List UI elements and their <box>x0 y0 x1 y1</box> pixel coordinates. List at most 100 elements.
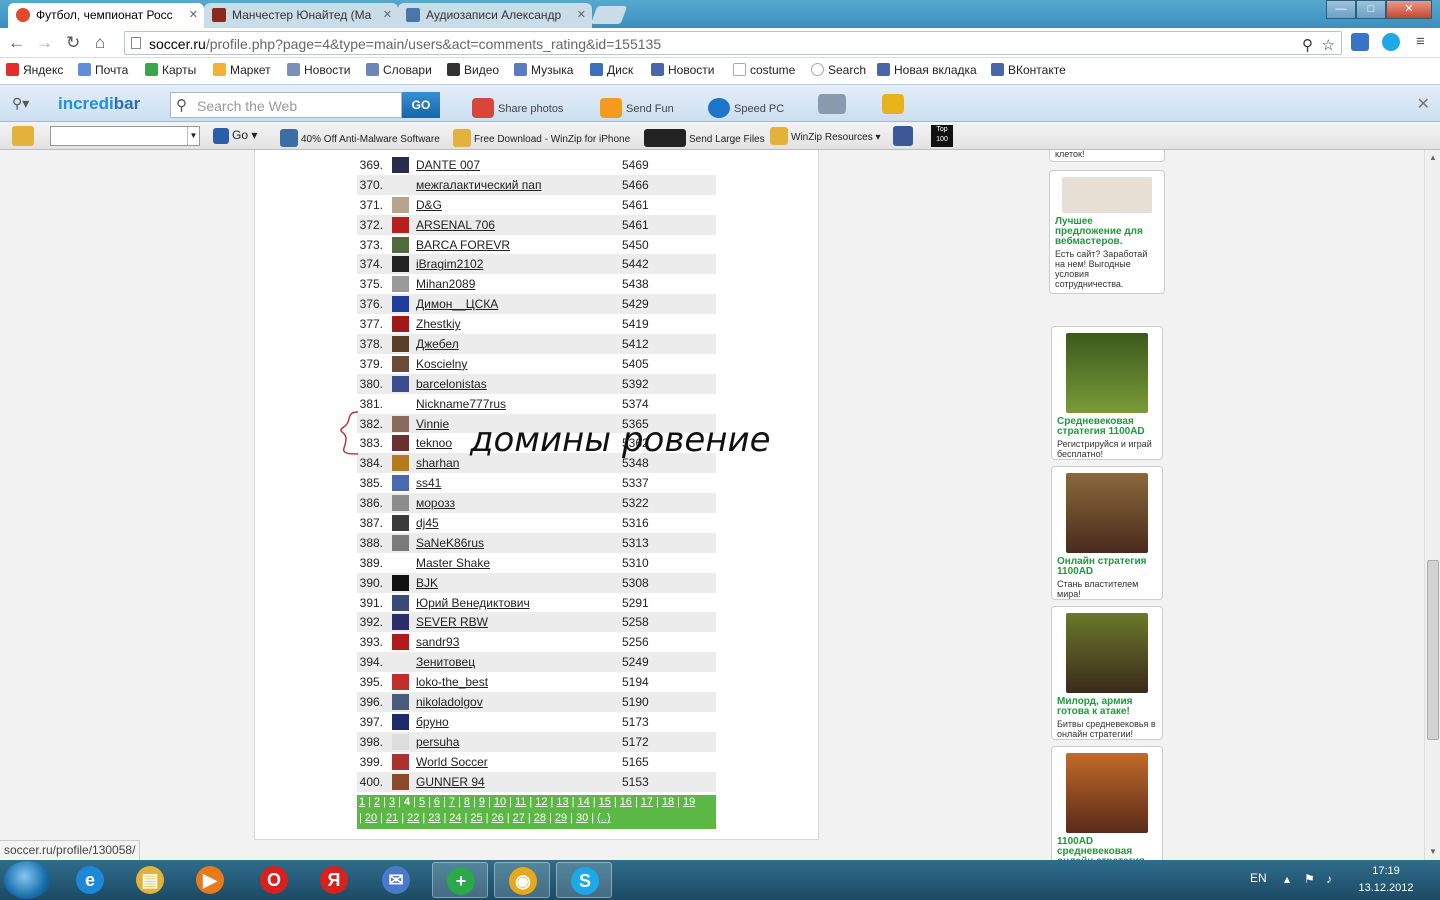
star-icon[interactable]: ☆ <box>1322 36 1335 54</box>
user-nickname-link[interactable]: BJK <box>416 576 438 590</box>
taskbar-skype-button[interactable]: S <box>556 862 612 898</box>
send-large-files-link[interactable]: Send Large Files <box>644 129 765 147</box>
avatar[interactable] <box>392 256 409 273</box>
ad-block-1100ad-2[interactable]: Онлайн стратегия 1100AD Стань властителе… <box>1051 466 1163 600</box>
url-text[interactable]: soccer.ru/profile.php?page=4&type=main/u… <box>149 36 661 52</box>
user-nickname-link[interactable]: dj45 <box>416 516 439 530</box>
wrench-menu-icon[interactable]: ≡ <box>1416 33 1425 50</box>
winzip-logo-icon[interactable] <box>12 126 34 146</box>
scroll-thumb[interactable] <box>1427 560 1439 740</box>
ad-block-1100ad-3[interactable]: Милорд, армия готова к атаке! Битвы сред… <box>1051 606 1163 740</box>
home-icon[interactable]: ⌂ <box>95 33 105 53</box>
user-nickname-link[interactable]: Димон__ЦСКА <box>416 297 498 311</box>
extension-icon[interactable] <box>1351 33 1369 51</box>
avatar[interactable] <box>392 534 409 551</box>
winzip-iphone-link[interactable]: Free Download - WinZip for iPhone <box>453 129 630 147</box>
bookmark-yandex[interactable]: Яндекс <box>6 63 63 77</box>
omnibox[interactable]: soccer.ru/profile.php?page=4&type=main/u… <box>124 31 1342 55</box>
avatar[interactable] <box>392 574 409 591</box>
page-link[interactable]: 29 <box>555 812 567 824</box>
avatar[interactable] <box>392 515 409 532</box>
page-link[interactable]: 14 <box>577 796 589 808</box>
tray-arrow-icon[interactable]: ▴ <box>1284 872 1300 888</box>
taskbar-ie-button[interactable]: e <box>62 862 118 898</box>
bookmark-mail[interactable]: Почта <box>78 63 128 77</box>
avatar[interactable] <box>392 296 409 313</box>
bookmark-disk[interactable]: Диск <box>590 63 633 77</box>
user-nickname-link[interactable]: sandr93 <box>416 635 459 649</box>
top100-badge[interactable]: Top 100 <box>931 125 953 147</box>
page-link[interactable]: 23 <box>428 812 440 824</box>
user-nickname-link[interactable]: World Soccer <box>416 755 488 769</box>
user-nickname-link[interactable]: Юрий Венедиктович <box>416 596 530 610</box>
page-link[interactable]: 27 <box>513 812 525 824</box>
page-link[interactable]: 10 <box>494 796 506 808</box>
bookmark-new-tab[interactable]: Новая вкладка <box>877 63 977 77</box>
search-icon[interactable]: ⚲ <box>1302 36 1313 54</box>
toolbar-search-combo[interactable]: ▼ <box>50 126 200 146</box>
bookmark-music[interactable]: Музыка <box>514 63 573 77</box>
scroll-down-icon[interactable]: ▼ <box>1425 844 1440 860</box>
avatar[interactable] <box>392 236 409 253</box>
page-link[interactable]: 8 <box>464 796 470 808</box>
user-nickname-link[interactable]: ss41 <box>416 476 441 490</box>
user-nickname-link[interactable]: морозз <box>416 496 455 510</box>
back-arrow-icon[interactable]: ← <box>8 33 25 53</box>
taskbar-explorer-button[interactable]: ▤ <box>122 862 178 898</box>
avatar[interactable] <box>392 157 409 173</box>
page-link[interactable]: 2 <box>374 796 380 808</box>
user-nickname-link[interactable]: Джебел <box>416 337 459 351</box>
page-link[interactable]: 7 <box>449 796 455 808</box>
tab-close-icon[interactable]: ✕ <box>189 8 198 21</box>
page-link[interactable]: 18 <box>662 796 674 808</box>
avatar[interactable] <box>392 276 409 293</box>
bookmark-maps[interactable]: Карты <box>145 63 196 77</box>
page-link[interactable]: 13 <box>556 796 568 808</box>
avatar[interactable] <box>392 614 409 631</box>
taskbar-opera-button[interactable]: O <box>246 862 302 898</box>
facebook-button[interactable] <box>893 126 916 146</box>
page-link[interactable]: 25 <box>470 812 482 824</box>
avatar[interactable] <box>392 634 409 651</box>
speed-pc-button[interactable]: Speed PC <box>708 98 784 118</box>
page-link[interactable]: (..) <box>597 812 610 824</box>
page-link[interactable]: 4 <box>404 796 410 808</box>
page-link[interactable]: 24 <box>449 812 461 824</box>
avatar[interactable] <box>392 216 409 233</box>
user-nickname-link[interactable]: BARCA FOREVR <box>416 238 510 252</box>
avatar[interactable] <box>392 713 409 730</box>
search-options-icon[interactable]: ⚲▾ <box>12 95 29 112</box>
page-link[interactable]: 20 <box>365 812 377 824</box>
tab-manchester[interactable]: Манчестер Юнайтед (Ma ✕ <box>204 3 398 28</box>
page-link[interactable]: 3 <box>389 796 395 808</box>
tab-close-icon[interactable]: ✕ <box>383 8 392 21</box>
user-nickname-link[interactable]: ARSENAL 706 <box>416 218 495 232</box>
user-nickname-link[interactable]: persuha <box>416 735 459 749</box>
avatar[interactable] <box>392 355 409 372</box>
user-nickname-link[interactable]: межгалактический пап <box>416 178 541 192</box>
close-toolbar-icon[interactable]: ✕ <box>1417 94 1430 114</box>
page-link[interactable]: 11 <box>515 796 526 808</box>
avatar[interactable] <box>392 773 409 790</box>
user-nickname-link[interactable]: GUNNER 94 <box>416 775 485 789</box>
extra-button[interactable] <box>882 94 908 114</box>
network-icon[interactable]: ⚑ <box>1304 872 1320 888</box>
page-link[interactable]: 15 <box>599 796 611 808</box>
user-nickname-link[interactable]: nikoladolgov <box>416 695 483 709</box>
avatar[interactable] <box>392 694 409 711</box>
page-link[interactable]: 22 <box>407 812 419 824</box>
avatar[interactable] <box>392 196 409 213</box>
maximize-button[interactable]: □ <box>1356 0 1386 19</box>
taskbar-media-player-button[interactable]: ▶ <box>182 862 238 898</box>
avatar[interactable] <box>392 594 409 611</box>
ad-block-1100ad-1[interactable]: Средневековая стратегия 1100AD Регистрир… <box>1051 326 1163 460</box>
ad-block-webmasters[interactable]: Лучшее предложение для вебмастеров. Есть… <box>1049 170 1165 294</box>
bookmark-video[interactable]: Видео <box>447 63 499 77</box>
page-link[interactable]: 28 <box>534 812 546 824</box>
send-fun-button[interactable]: Send Fun <box>600 98 674 118</box>
avatar[interactable] <box>392 316 409 333</box>
taskbar-mail-button[interactable]: ✉ <box>368 862 424 898</box>
winzip-resources-link[interactable]: WinZip Resources ▾ <box>770 127 881 145</box>
user-nickname-link[interactable]: Зенитовец <box>416 655 475 669</box>
user-nickname-link[interactable]: D&G <box>416 198 442 212</box>
